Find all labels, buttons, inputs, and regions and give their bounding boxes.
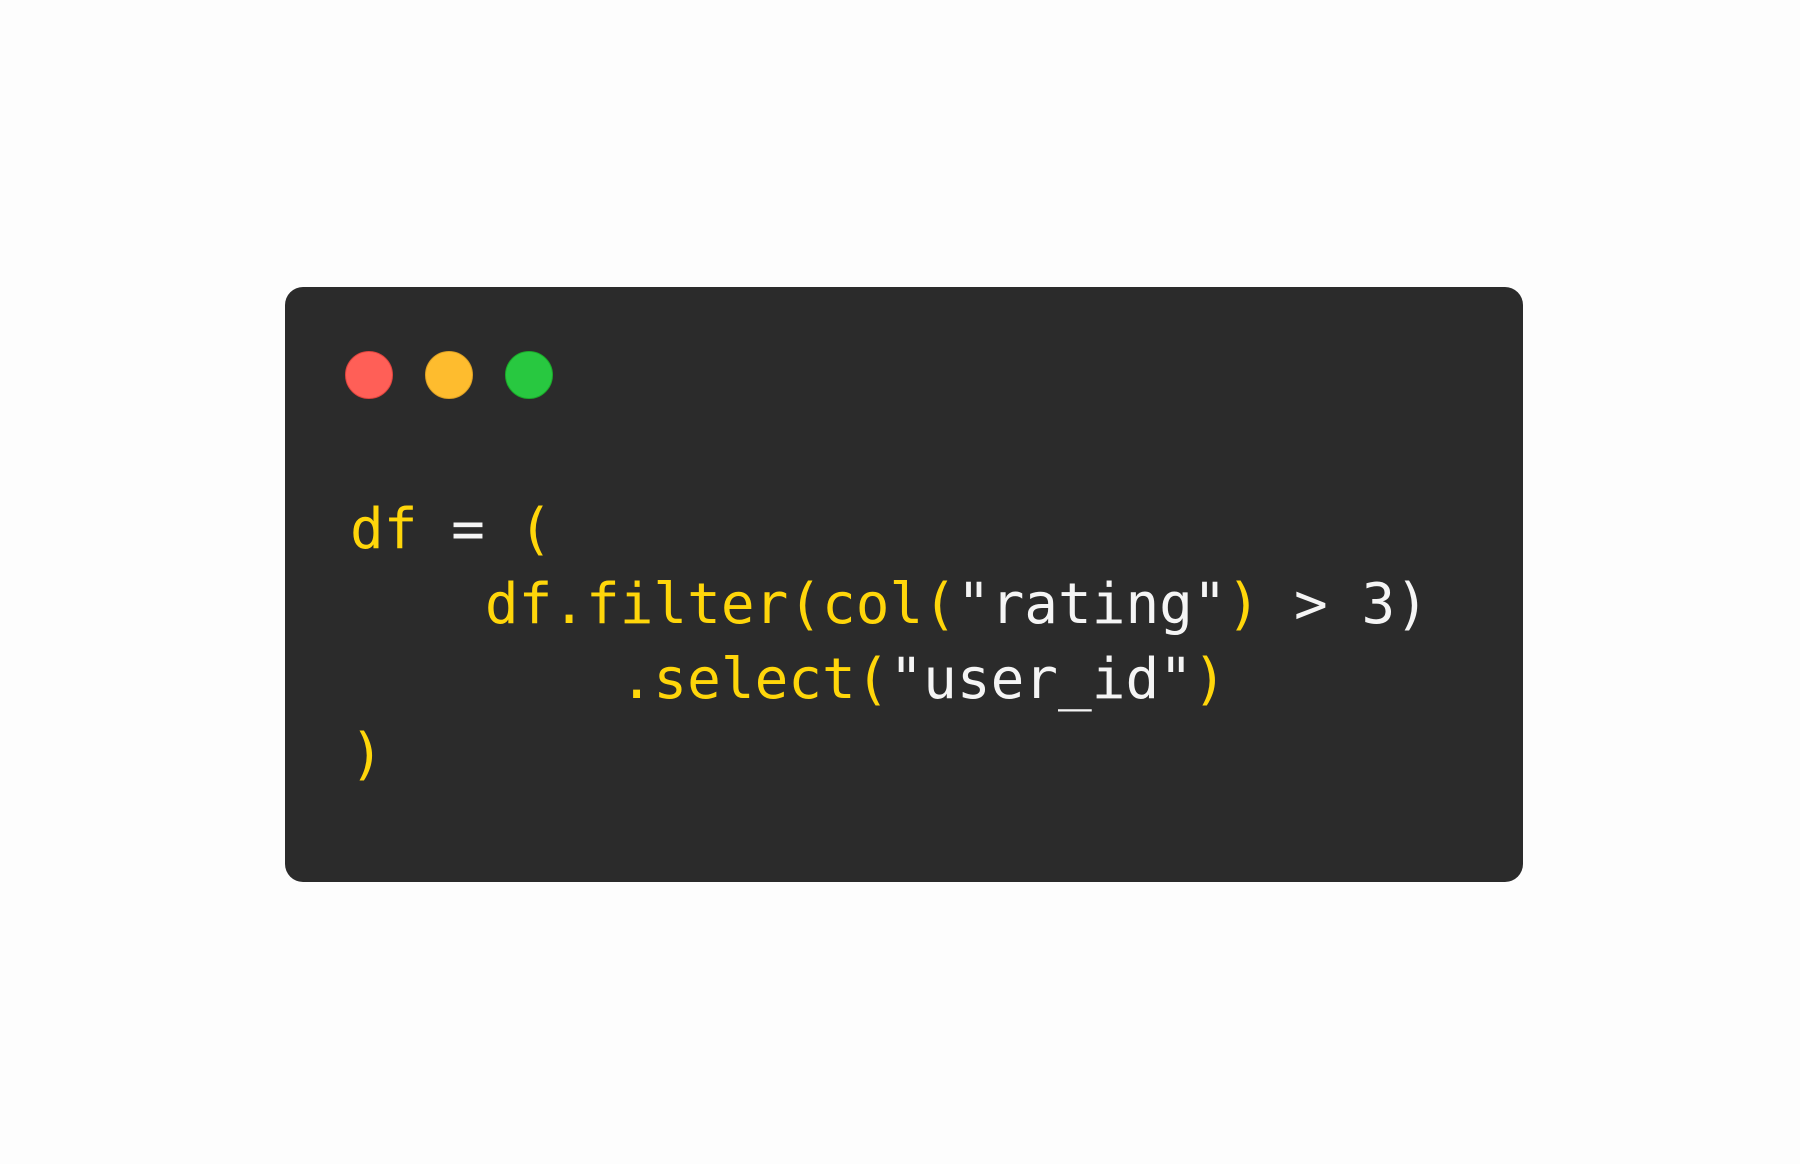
code-token: ) (1192, 647, 1227, 712)
code-token: ) (1226, 572, 1261, 637)
minimize-button[interactable] (425, 351, 473, 399)
code-token: "rating" (956, 572, 1227, 637)
code-line-3: .select("user_id") (350, 642, 1429, 717)
close-button[interactable] (345, 351, 393, 399)
code-block: df = ( df.filter(col("rating") > 3) .sel… (350, 492, 1429, 792)
code-token: "user_id" (889, 647, 1193, 712)
code-token: .select( (350, 647, 890, 712)
code-token: > 3) (1260, 572, 1429, 637)
code-token: df.filter(col( (350, 572, 957, 637)
code-token: ) (350, 722, 384, 787)
code-line-4: ) (350, 717, 1429, 792)
zoom-button[interactable] (505, 351, 553, 399)
code-token: ( (518, 497, 553, 562)
code-token: = (417, 497, 519, 562)
code-line-1: df = ( (350, 492, 1429, 567)
code-line-2: df.filter(col("rating") > 3) (350, 567, 1429, 642)
code-window: df = ( df.filter(col("rating") > 3) .sel… (285, 287, 1523, 882)
code-token: df (350, 497, 418, 562)
